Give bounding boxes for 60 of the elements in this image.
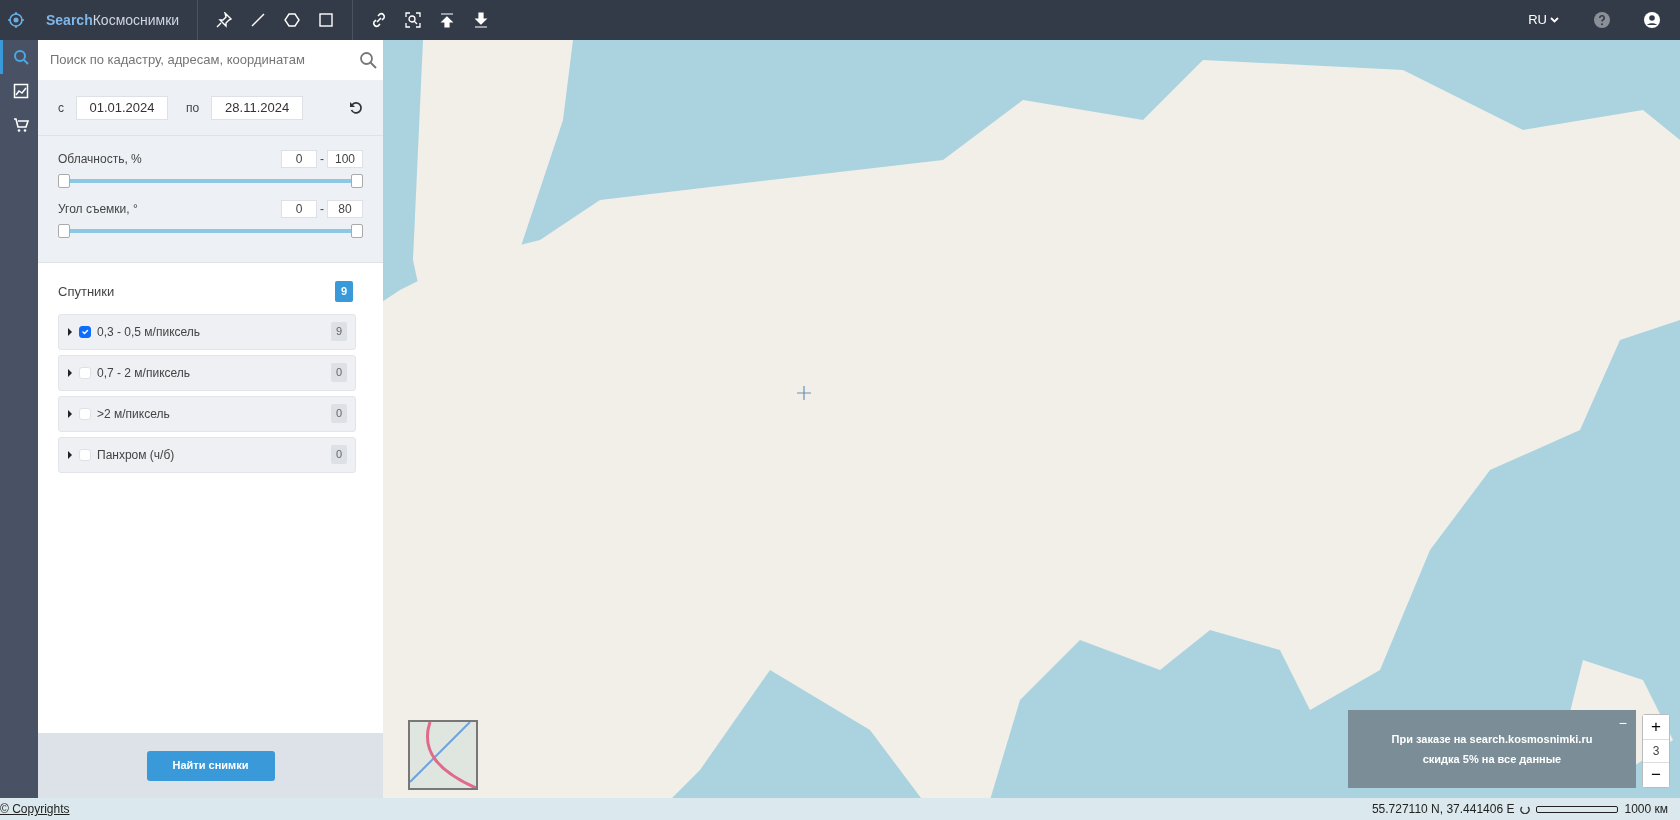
- group-checkbox[interactable]: [79, 325, 91, 338]
- map[interactable]: − При заказе на search.kosmosnimki.ru скидка 5% на все данные + 3 −: [383, 40, 1680, 798]
- search-icon: [12, 49, 29, 65]
- range-max-field[interactable]: 100: [327, 150, 363, 168]
- expand-icon[interactable]: [67, 368, 73, 377]
- group-label: >2 м/пиксель: [97, 405, 170, 423]
- date-from-label: с: [58, 99, 64, 117]
- promo-discount-text: скидка 5% на все данные: [1422, 752, 1562, 767]
- expand-icon[interactable]: [67, 327, 73, 336]
- group-count: 0: [330, 363, 347, 382]
- satellites-count: 9: [334, 281, 353, 302]
- polygon-icon[interactable]: [284, 12, 301, 28]
- range-min-field[interactable]: 0: [281, 150, 317, 168]
- slider-handle[interactable]: [351, 174, 363, 188]
- copyrights-link[interactable]: © Copyrights: [0, 800, 70, 818]
- refresh-icon[interactable]: [1520, 804, 1531, 814]
- cart-icon: [12, 117, 29, 133]
- language-dropdown[interactable]: RU: [1527, 9, 1560, 31]
- line-icon[interactable]: [250, 12, 267, 28]
- zoom-level: 3: [1643, 739, 1669, 763]
- zoom-frame-icon[interactable]: [405, 12, 422, 28]
- crosshair-icon: [797, 386, 811, 400]
- range-min-field[interactable]: 0: [281, 200, 317, 218]
- caret-icon: [1550, 17, 1559, 23]
- date-from-field[interactable]: 01.01.2024: [76, 95, 168, 120]
- scale-text: 1000 км: [1624, 801, 1668, 818]
- group-count: 9: [330, 322, 347, 341]
- download-icon[interactable]: [473, 12, 490, 28]
- user-icon[interactable]: [1644, 12, 1660, 28]
- pin-icon[interactable]: [216, 12, 233, 28]
- date-to-label: по: [186, 99, 200, 117]
- range-separator: -: [320, 151, 324, 168]
- promo-text: При заказе на search.kosmosnimki.ru: [1391, 731, 1593, 747]
- range-label: Облачность, %: [58, 151, 142, 168]
- satellites-title: Спутники: [58, 282, 115, 301]
- minimap[interactable]: [408, 720, 478, 790]
- slider-handle[interactable]: [58, 224, 70, 238]
- group-count: 0: [330, 404, 347, 423]
- group-label: Панхром (ч/б): [97, 446, 175, 464]
- group-label: 0,7 - 2 м/пиксель: [97, 364, 191, 382]
- chart-icon: [12, 83, 29, 99]
- expand-icon[interactable]: [67, 450, 73, 459]
- range-max-field[interactable]: 80: [327, 200, 363, 218]
- group-label: 0,3 - 0,5 м/пиксель: [97, 323, 201, 341]
- app-title: SearchКосмоснимки: [46, 10, 180, 30]
- target-logo-icon: [8, 12, 24, 28]
- range-separator: -: [320, 201, 324, 218]
- link-icon[interactable]: [371, 12, 388, 28]
- reset-icon[interactable]: [349, 100, 363, 115]
- date-to-field[interactable]: 28.11.2024: [211, 95, 304, 120]
- rectangle-icon[interactable]: [318, 12, 335, 28]
- group-count: 0: [330, 445, 347, 464]
- coordinates-text: 55.727110 N, 37.441406 E: [1371, 801, 1515, 818]
- slider-handle[interactable]: [351, 224, 363, 238]
- search-icon[interactable]: [359, 51, 377, 69]
- expand-icon[interactable]: [67, 409, 73, 418]
- slider-handle[interactable]: [58, 174, 70, 188]
- upload-icon[interactable]: [439, 12, 456, 28]
- help-icon[interactable]: [1594, 12, 1610, 28]
- range-label: Угол съемки, °: [58, 201, 138, 218]
